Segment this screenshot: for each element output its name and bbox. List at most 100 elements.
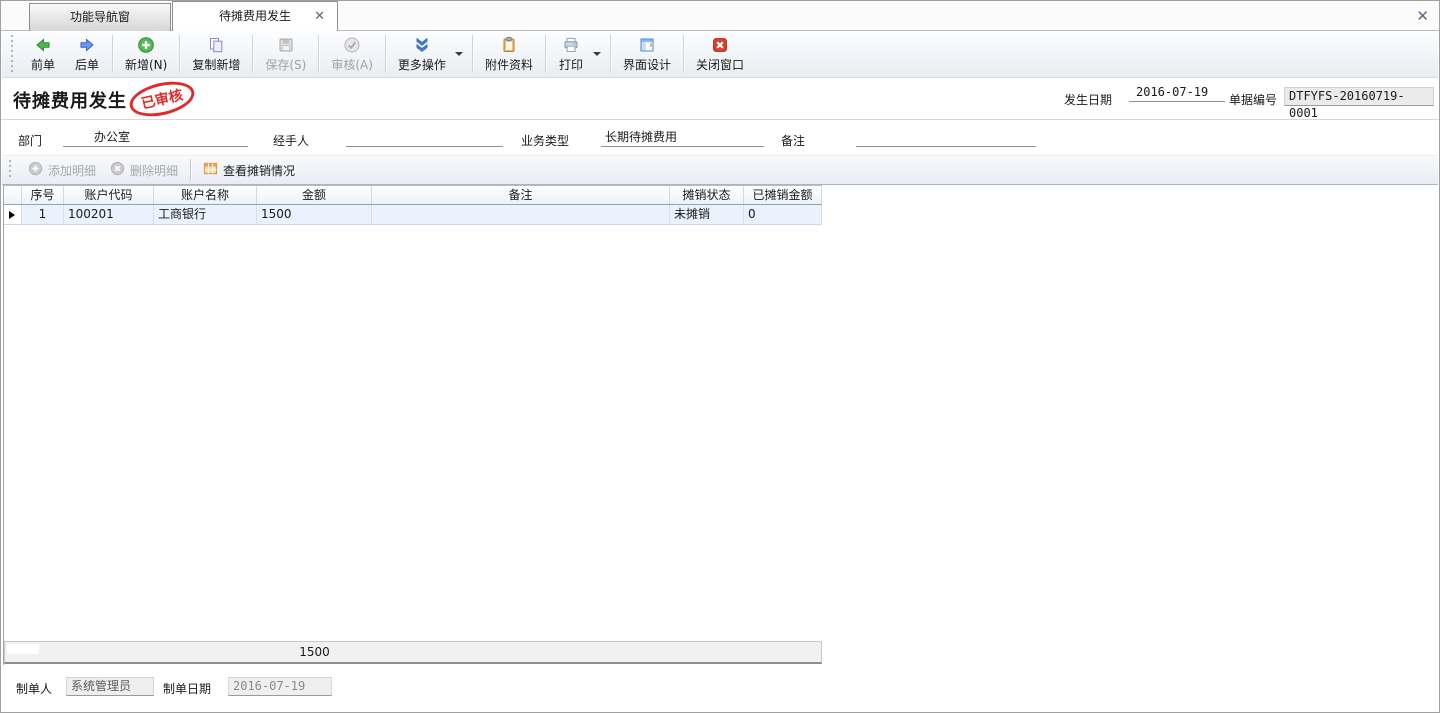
ui-design-button[interactable]: 界面设计 [614,32,680,76]
toolbar-separator [112,35,113,73]
button-label: 关闭窗口 [696,56,744,73]
attachment-icon [500,35,518,54]
dept-label: 部门 [18,132,42,149]
close-window-icon [711,35,729,54]
arrow-left-icon [34,35,52,54]
total-amount-value: 1500 [257,642,372,662]
copy-icon [207,35,225,54]
creator-field: 系统管理员 [66,677,154,696]
next-doc-button[interactable]: 后单 [65,32,109,76]
scrollbar-thumb[interactable] [7,644,39,654]
cell-amount[interactable]: 1500 [257,205,372,225]
arrow-right-icon [78,35,96,54]
save-button[interactable]: 保存(S) [256,32,315,76]
print-button[interactable]: 打印 [549,32,593,76]
chevron-down-icon[interactable] [593,52,601,56]
copy-new-button[interactable]: 复制新增 [183,32,249,76]
add-detail-button[interactable]: 添加明细 [21,158,103,182]
toolbar-grip-handle[interactable] [10,35,13,73]
doc-number-field: DTFYFS-20160719-0001 [1284,87,1434,106]
button-label: 后单 [75,56,99,73]
cell-remark[interactable] [372,205,670,225]
biztype-field[interactable]: 长期待摊费用 [601,129,764,147]
grid-header-row: 序号 账户代码 账户名称 金额 备注 摊销状态 已摊销金额 [4,185,822,205]
button-label: 审核(A) [331,56,373,73]
handler-field[interactable] [346,129,503,147]
remark-field[interactable] [856,129,1036,147]
button-label: 复制新增 [192,56,240,73]
grid-summary-bar: 1500 [4,641,822,664]
column-header-amount[interactable]: 金额 [257,186,372,204]
header-divider [1,119,1439,120]
button-label: 界面设计 [623,56,671,73]
button-label: 添加明细 [48,162,96,179]
add-icon [137,35,155,54]
app-window: 功能导航窗 待摊费用发生 ✕ ✕ 前单 后单 新增(N) [0,0,1440,713]
more-actions-group: 更多操作 [389,32,469,76]
save-icon [277,35,295,54]
more-actions-icon [413,35,431,54]
tab-function-nav[interactable]: 功能导航窗 [29,3,171,31]
grid-table-icon [203,161,218,179]
creator-label: 制单人 [16,680,52,697]
close-window-button[interactable]: 关闭窗口 [687,32,753,76]
remark-label: 备注 [781,132,805,149]
cell-account-code[interactable]: 100201 [64,205,154,225]
tab-label: 待摊费用发生 [219,9,291,23]
toolbar-separator [610,35,611,73]
button-label: 查看摊销情况 [223,162,295,179]
column-header-seq[interactable]: 序号 [22,186,64,204]
cell-seq[interactable]: 1 [22,205,64,225]
ui-design-icon [638,35,656,54]
occur-date-field[interactable]: 2016-07-19 [1129,84,1225,102]
toolbar-separator [683,35,684,73]
tab-close-icon[interactable]: ✕ [314,2,325,31]
new-button[interactable]: 新增(N) [116,32,176,76]
toolbar-separator [385,35,386,73]
table-row[interactable]: 1 100201 工商银行 1500 未摊销 0 [4,205,822,225]
tab-bar: 功能导航窗 待摊费用发生 ✕ ✕ [1,1,1439,31]
audit-button[interactable]: 审核(A) [322,32,382,76]
print-group: 打印 [549,32,607,76]
cell-amortized-amount[interactable]: 0 [744,205,822,225]
row-selector-cell[interactable] [4,205,22,225]
doc-number-label: 单据编号 [1229,91,1277,108]
attachments-button[interactable]: 附件资料 [476,32,542,76]
toolbar-grip-handle[interactable] [8,160,11,180]
prev-doc-button[interactable]: 前单 [21,32,65,76]
audited-stamp: 已审核 [126,76,198,122]
column-header-amortize-status[interactable]: 摊销状态 [670,186,744,204]
toolbar-separator [179,35,180,73]
cell-account-name[interactable]: 工商银行 [154,205,257,225]
button-label: 保存(S) [265,56,306,73]
button-label: 删除明细 [130,162,178,179]
view-amortization-button[interactable]: 查看摊销情况 [196,158,302,182]
column-header-amortized-amount[interactable]: 已摊销金额 [744,186,822,204]
more-actions-button[interactable]: 更多操作 [389,32,455,76]
column-header-account-name[interactable]: 账户名称 [154,186,257,204]
column-header-account-code[interactable]: 账户代码 [64,186,154,204]
dept-field[interactable]: 办公室 [63,129,248,147]
chevron-down-icon[interactable] [455,52,463,56]
current-row-marker-icon [9,211,15,219]
cell-amortize-status[interactable]: 未摊销 [670,205,744,225]
occur-date-label: 发生日期 [1064,91,1112,108]
detail-toolbar: 添加明细 删除明细 查看摊销情况 [2,155,1438,185]
audit-check-icon [343,35,361,54]
tab-label: 功能导航窗 [70,10,130,24]
delete-detail-button[interactable]: 删除明细 [103,158,185,182]
handler-label: 经手人 [273,132,309,149]
toolbar-separator [318,35,319,73]
button-label: 附件资料 [485,56,533,73]
button-label: 新增(N) [125,56,167,73]
grid-left-border [3,185,4,665]
add-detail-icon [28,161,43,179]
window-close-icon[interactable]: ✕ [1416,3,1429,29]
biztype-label: 业务类型 [521,132,569,149]
column-header-remark[interactable]: 备注 [372,186,670,204]
printer-icon [562,35,580,54]
tab-prepaid-expense[interactable]: 待摊费用发生 ✕ [172,1,338,31]
button-label: 前单 [31,56,55,73]
button-label: 更多操作 [398,56,446,73]
main-toolbar: 前单 后单 新增(N) 复制新增 保存(S) [2,31,1438,78]
